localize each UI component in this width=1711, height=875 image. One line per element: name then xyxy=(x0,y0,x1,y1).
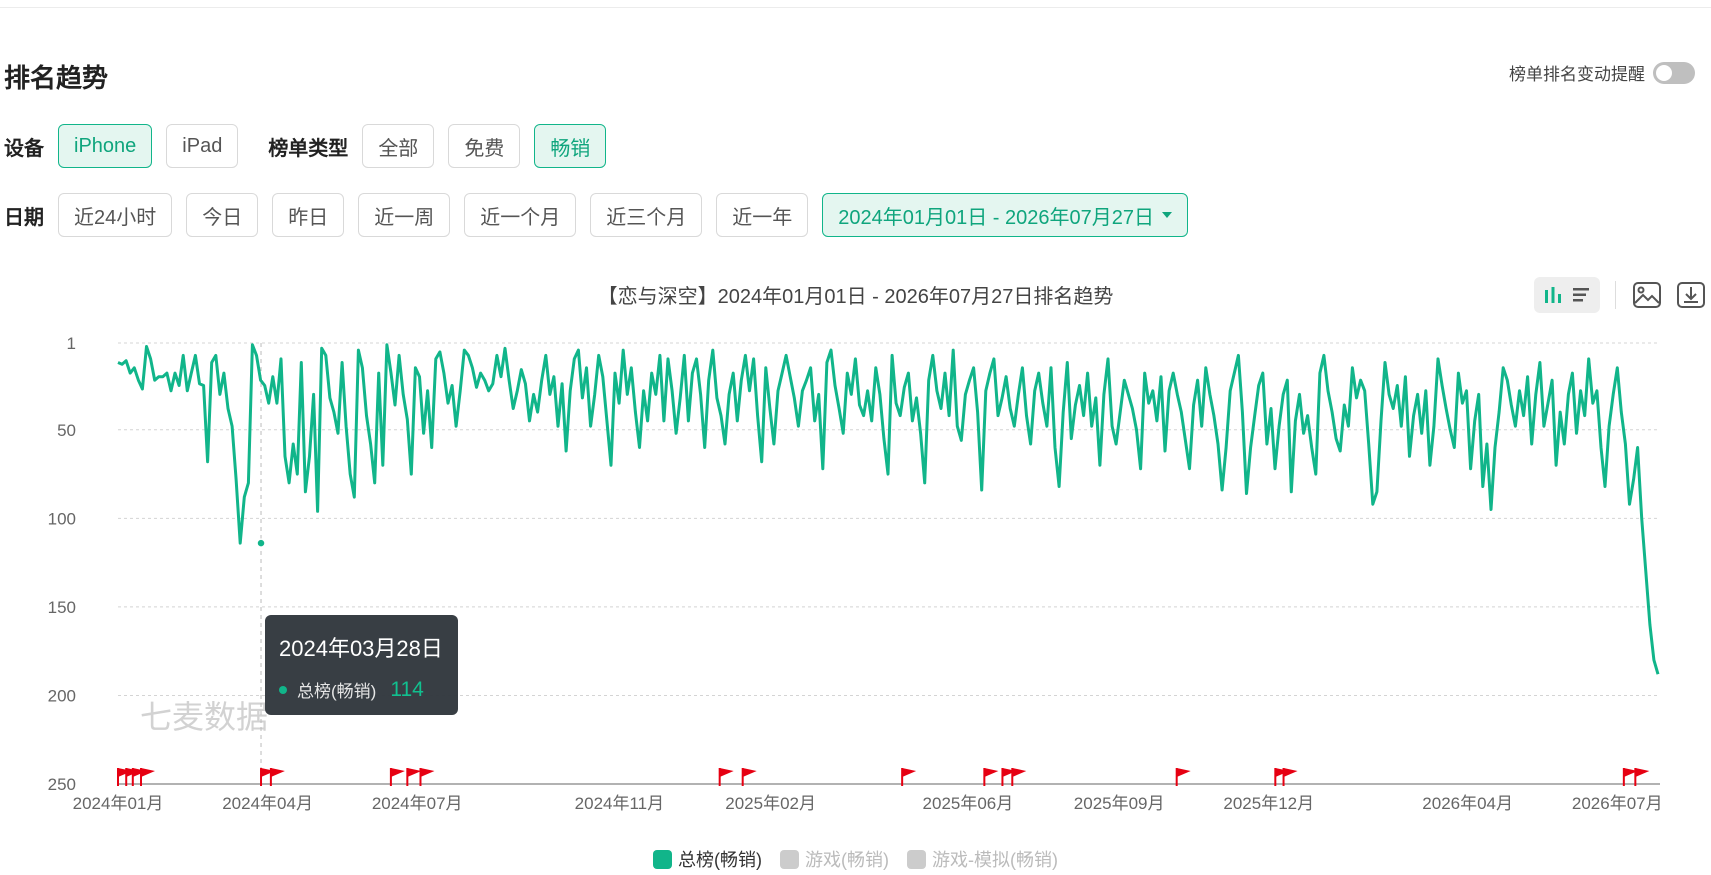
flag-icon xyxy=(420,768,435,777)
date-24h-button[interactable]: 近24小时 xyxy=(58,193,173,237)
image-export-icon[interactable] xyxy=(1631,279,1663,311)
y-tick-label: 250 xyxy=(48,775,76,794)
flag-icon xyxy=(1012,768,1027,777)
legend-swatch-total xyxy=(653,849,672,869)
list-type-all-button[interactable]: 全部 xyxy=(362,124,435,168)
legend-swatch-games-sim xyxy=(907,849,926,869)
flag-icon xyxy=(270,768,285,777)
top-divider xyxy=(0,7,1711,8)
legend-label-games: 游戏(畅销) xyxy=(805,850,889,870)
x-tick-label: 2025年12月 xyxy=(1223,794,1314,813)
toolbar-divider xyxy=(1615,281,1616,309)
chart-view-toggle[interactable] xyxy=(1534,277,1600,313)
tooltip-date: 2024年03月28日 xyxy=(279,636,443,661)
flag-icon xyxy=(407,768,422,777)
y-tick-label: 1 xyxy=(67,334,76,353)
chart-tooltip: 2024年03月28日 总榜(畅销) 114 xyxy=(265,615,458,715)
flag-icon xyxy=(1176,768,1191,777)
date-month-button[interactable]: 近一个月 xyxy=(464,193,577,237)
device-label: 设备 xyxy=(4,137,44,160)
date-year-button[interactable]: 近一年 xyxy=(716,193,809,237)
y-tick-label: 200 xyxy=(48,686,76,705)
date-range-text: 2024年01月01日 - 2026年07月27日 xyxy=(838,206,1154,229)
legend-item-total[interactable]: 总榜(畅销) xyxy=(653,846,762,872)
chart-title: 【恋与深空】2024年01月01日 - 2026年07月27日排名趋势 xyxy=(597,286,1114,308)
y-axis-ticks: 150100150200250 xyxy=(48,334,76,794)
x-tick-label: 2024年07月 xyxy=(372,794,463,813)
legend-label-games-sim: 游戏-模拟(畅销) xyxy=(932,850,1058,870)
list-type-label: 榜单类型 xyxy=(268,137,349,160)
flag-icon xyxy=(902,768,917,777)
x-tick-label: 2025年02月 xyxy=(725,794,816,813)
x-tick-label: 2025年09月 xyxy=(1074,794,1165,813)
x-tick-label: 2024年04月 xyxy=(222,794,313,813)
bar-view-icon[interactable] xyxy=(1543,285,1563,305)
date-3months-button[interactable]: 近三个月 xyxy=(590,193,703,237)
date-yesterday-button[interactable]: 昨日 xyxy=(272,193,345,237)
device-filter-row: 设备 iPhone iPad 榜单类型 全部 免费 畅销 xyxy=(4,124,620,168)
section-title: 排名趋势 xyxy=(4,63,109,93)
x-tick-label: 2024年01月 xyxy=(73,794,164,813)
legend-swatch-games xyxy=(780,849,799,869)
date-filter-row: 日期 近24小时 今日 昨日 近一周 近一个月 近三个月 近一年 2024年01… xyxy=(4,193,1202,237)
x-tick-label: 2024年11月 xyxy=(575,794,664,813)
watermark: 七麦数据 xyxy=(140,699,268,735)
date-week-button[interactable]: 近一周 xyxy=(358,193,451,237)
tooltip-series-dot xyxy=(279,685,287,694)
rank-alert-setting: 榜单排名变动提醒 xyxy=(1509,60,1695,85)
y-tick-label: 50 xyxy=(57,421,76,440)
legend-item-games-sim[interactable]: 游戏-模拟(畅销) xyxy=(907,846,1058,872)
tooltip-value: 114 xyxy=(390,677,424,701)
legend-label-total: 总榜(畅销) xyxy=(678,850,762,870)
x-tick-label: 2026年04月 xyxy=(1422,794,1513,813)
rank-trend-chart[interactable]: 150100150200250 2024年01月 2024年04月 2024年07月… xyxy=(0,320,1711,820)
date-today-button[interactable]: 今日 xyxy=(186,193,259,237)
download-icon[interactable] xyxy=(1675,279,1707,311)
chart-legend: 总榜(畅销) 游戏(畅销) 游戏-模拟(畅销) xyxy=(0,846,1711,872)
y-tick-label: 100 xyxy=(48,509,76,528)
flag-icon xyxy=(719,768,734,777)
rank-alert-label: 榜单排名变动提醒 xyxy=(1509,65,1645,84)
list-type-grossing-button[interactable]: 畅销 xyxy=(534,124,607,168)
date-range-picker[interactable]: 2024年01月01日 - 2026年07月27日 xyxy=(822,193,1188,237)
device-ipad-button[interactable]: iPad xyxy=(166,124,239,168)
flag-icon xyxy=(1635,768,1650,777)
tooltip-series-name: 总榜(畅销) xyxy=(297,682,377,701)
flag-icon xyxy=(984,768,999,777)
x-tick-label: 2025年06月 xyxy=(923,794,1014,813)
rank-alert-toggle[interactable] xyxy=(1653,61,1695,84)
flag-icon xyxy=(390,768,405,777)
device-iphone-button[interactable]: iPhone xyxy=(58,124,153,168)
y-tick-label: 150 xyxy=(48,598,76,617)
flag-icon xyxy=(141,768,156,777)
flag-icon xyxy=(1283,768,1298,777)
x-axis-ticks: 2024年01月 2024年04月 2024年07月 2024年11月 2025年02月… xyxy=(73,794,1663,813)
flag-icon xyxy=(742,768,757,777)
x-tick-label: 2026年07月 xyxy=(1572,794,1663,813)
hover-point xyxy=(256,538,266,548)
caret-down-icon xyxy=(1162,212,1172,218)
list-view-icon[interactable] xyxy=(1571,285,1591,305)
chart-toolbar xyxy=(1534,277,1711,313)
list-type-free-button[interactable]: 免费 xyxy=(448,124,521,168)
date-label: 日期 xyxy=(4,206,44,229)
legend-item-games[interactable]: 游戏(畅销) xyxy=(780,846,889,872)
